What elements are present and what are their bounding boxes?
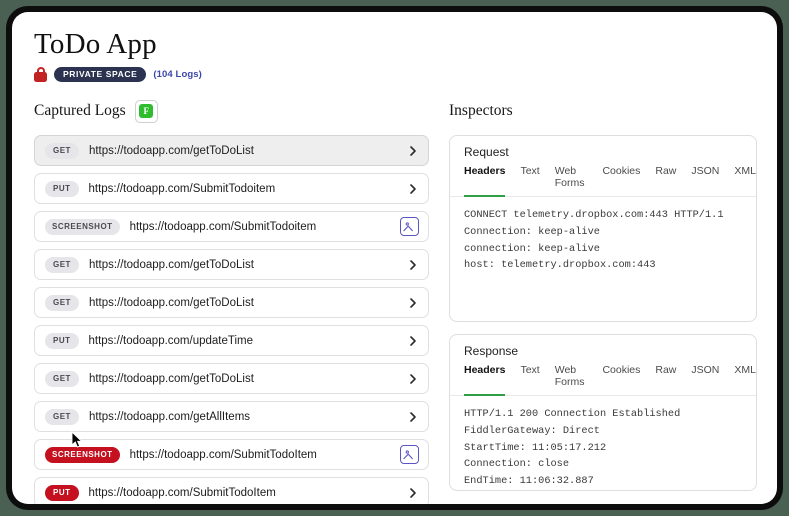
captured-logs-list: GET https://todoapp.com/getToDoList PUT htt… xyxy=(34,135,429,504)
tab-headers[interactable]: Headers xyxy=(464,165,506,198)
log-url: https://todoapp.com/SubmitTodoitem xyxy=(88,182,276,195)
log-method-badge: GET xyxy=(45,370,79,387)
chevron-right-icon[interactable] xyxy=(407,183,419,195)
log-method-badge: PUT xyxy=(45,332,79,349)
tab-json[interactable]: JSON xyxy=(691,165,719,197)
tab-raw[interactable]: Raw xyxy=(655,165,676,197)
tab-xml[interactable]: XML xyxy=(734,165,756,197)
log-url: https://todoapp.com/getAllItems xyxy=(88,410,251,423)
chevron-right-icon[interactable] xyxy=(407,259,419,271)
request-panel-label: Request xyxy=(464,145,509,160)
tab-text[interactable]: Text xyxy=(520,165,539,197)
captured-logs-header: Captured Logs F xyxy=(34,98,429,124)
log-method-badge: PUT xyxy=(45,180,79,197)
chevron-right-icon[interactable] xyxy=(407,297,419,309)
captured-logs-title: Captured Logs xyxy=(34,102,126,120)
tab-text[interactable]: Text xyxy=(520,364,539,396)
image-preview-icon[interactable] xyxy=(400,217,419,237)
tab-cookies[interactable]: Cookies xyxy=(602,364,640,396)
request-panel: Request Headers Text Web Forms Cookies Raw JS… xyxy=(449,135,757,323)
chevron-right-icon[interactable] xyxy=(407,145,419,157)
status-badge: PRIVATE SPACE xyxy=(54,66,147,83)
image-preview-icon[interactable] xyxy=(400,445,419,465)
fiddler-capture-button[interactable]: F xyxy=(134,99,158,123)
log-method-badge: GET xyxy=(45,256,79,273)
chevron-right-icon[interactable] xyxy=(407,373,419,385)
inspectors-column: Inspectors Request Headers Text Web Forms C… xyxy=(449,98,757,504)
log-row[interactable]: SCREENSHOT https://todoapp.com/SubmitTodo… xyxy=(34,211,429,243)
tab-web-forms[interactable]: Web Forms xyxy=(555,165,588,197)
tab-raw[interactable]: Raw xyxy=(655,364,676,396)
request-headers-content: CONNECT telemetry.dropbox.com:443 HTTP/1… xyxy=(464,209,724,272)
inspectors-title-label: Inspectors xyxy=(449,102,513,120)
log-row[interactable]: SCREENSHOT https://todoapp.com/SubmitTodo… xyxy=(34,439,429,471)
log-method-badge: GET xyxy=(45,142,79,159)
log-url: https://todoapp.com/getToDoList xyxy=(88,258,254,271)
log-url: https://todoapp.com/updateTime xyxy=(88,334,254,347)
response-headers-content: HTTP/1.1 200 Connection Established Fidd… xyxy=(464,408,681,488)
log-url: https://todoapp.com/getToDoList xyxy=(88,372,254,385)
log-row[interactable]: GET https://todoapp.com/getToDoList xyxy=(34,249,429,281)
tab-headers[interactable]: Headers xyxy=(464,364,506,397)
response-panel-label: Response xyxy=(464,344,519,359)
log-method-badge: GET xyxy=(45,294,79,311)
log-url: https://todoapp.com/SubmitTodoItem xyxy=(129,448,317,461)
chevron-right-icon[interactable] xyxy=(407,411,419,423)
lock-icon xyxy=(34,67,47,83)
log-method-badge: SCREENSHOT xyxy=(45,218,120,235)
log-row[interactable]: PUT https://todoapp.com/SubmitTodoitem xyxy=(34,173,429,205)
captured-logs-column: Captured Logs F GET https://todoapp.com/g… xyxy=(34,98,429,504)
app-card: ToDo App PRIVATE SPACE (104 Logs) Captur… xyxy=(12,12,777,504)
response-tab-strip: Headers Text Web Forms Cookies Raw JSON XML xyxy=(450,364,756,397)
chevron-right-icon[interactable] xyxy=(407,335,419,347)
fiddler-icon: F xyxy=(139,104,154,119)
log-row[interactable]: GET https://todoapp.com/getAllItems xyxy=(34,401,429,433)
request-tab-strip: Headers Text Web Forms Cookies Raw JSON XML xyxy=(450,165,756,198)
chevron-right-icon[interactable] xyxy=(407,487,419,499)
header-meta: PRIVATE SPACE (104 Logs) xyxy=(34,66,777,83)
tab-cookies[interactable]: Cookies xyxy=(602,165,640,197)
window-frame: ToDo App PRIVATE SPACE (104 Logs) Captur… xyxy=(6,6,783,510)
tab-web-forms[interactable]: Web Forms xyxy=(555,364,588,396)
log-row[interactable]: PUT https://todoapp.com/updateTime xyxy=(34,325,429,357)
log-url: https://todoapp.com/SubmitTodoItem xyxy=(88,486,276,499)
response-panel: Response Headers Text Web Forms Cookies Raw J… xyxy=(449,334,757,492)
log-url: https://todoapp.com/getToDoList xyxy=(88,296,254,309)
log-row[interactable]: GET https://todoapp.com/getToDoList xyxy=(34,363,429,395)
tab-xml[interactable]: XML xyxy=(734,364,756,396)
inspectors-header: Inspectors xyxy=(449,98,757,124)
app-header: ToDo App PRIVATE SPACE (104 Logs) xyxy=(12,12,777,83)
log-row[interactable]: GET https://todoapp.com/getToDoList xyxy=(34,287,429,319)
log-row[interactable]: PUT https://todoapp.com/SubmitTodoItem xyxy=(34,477,429,504)
log-url: https://todoapp.com/SubmitTodoitem xyxy=(129,220,317,233)
log-url: https://todoapp.com/getToDoList xyxy=(88,144,254,157)
log-row[interactable]: GET https://todoapp.com/getToDoList xyxy=(34,135,429,167)
log-method-badge: SCREENSHOT xyxy=(45,446,120,463)
tab-json[interactable]: JSON xyxy=(691,364,719,396)
log-method-badge: GET xyxy=(45,408,79,425)
main-columns: Captured Logs F GET https://todoapp.com/g… xyxy=(12,82,777,504)
log-method-badge: PUT xyxy=(45,484,79,501)
page-title: ToDo App xyxy=(34,28,157,60)
log-count-label: (104 Logs) xyxy=(153,69,202,81)
